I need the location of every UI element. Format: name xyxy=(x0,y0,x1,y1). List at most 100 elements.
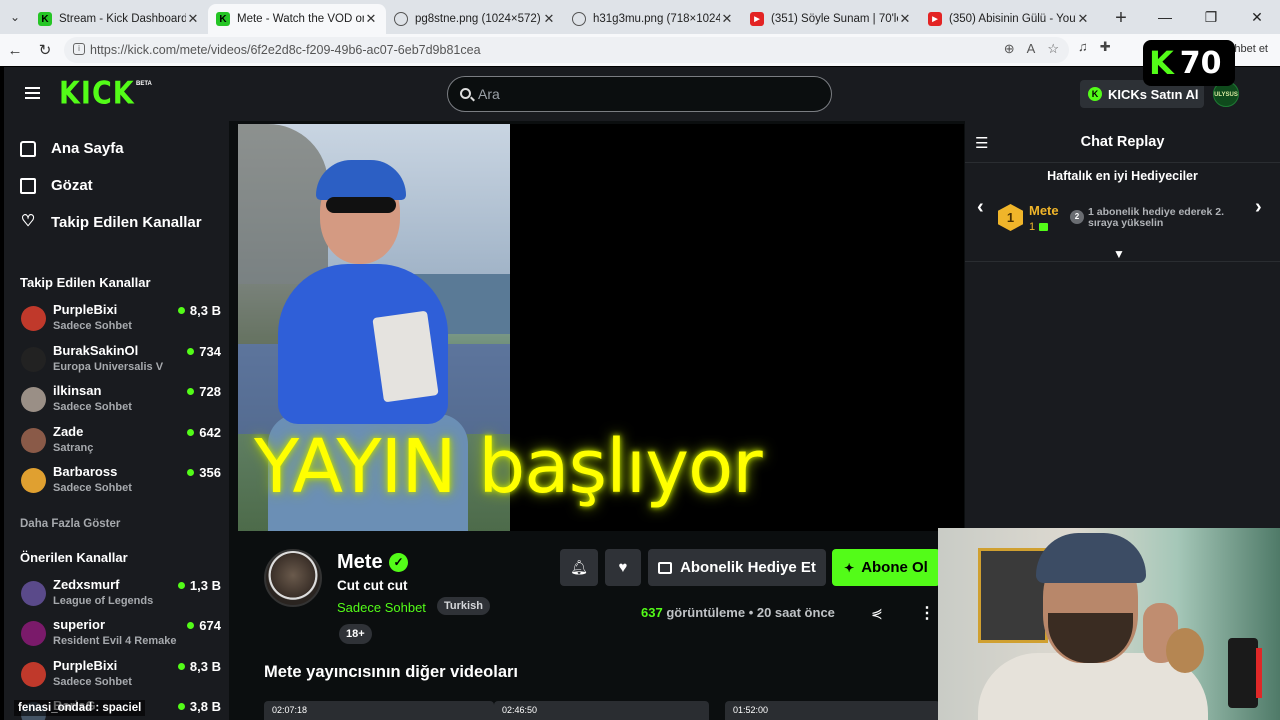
menu-icon[interactable] xyxy=(25,87,40,99)
rank-badge: 2 xyxy=(1070,210,1084,224)
minimize-icon[interactable]: — xyxy=(1142,0,1188,34)
read-aloud-icon[interactable]: A xyxy=(1027,41,1036,57)
share-icon[interactable]: ⋞ xyxy=(871,605,883,622)
viewer-count: 8,3 B xyxy=(178,659,221,674)
show-more-link[interactable]: Daha Fazla Göster xyxy=(4,506,229,542)
back-button[interactable]: ← xyxy=(0,35,30,65)
close-tab-icon[interactable]: ✕ xyxy=(898,11,912,27)
channel-category: League of Legends xyxy=(53,594,154,607)
notification-bell-button[interactable]: 🔔︎ xyxy=(560,549,598,586)
streamer-name[interactable]: Mete xyxy=(337,551,383,574)
kick-favicon-icon: K xyxy=(38,12,52,26)
youtube-favicon-icon: ▶ xyxy=(750,12,764,26)
chevron-right-icon[interactable]: › xyxy=(1255,196,1262,219)
kick-favicon-icon: K xyxy=(216,12,230,26)
site-header: KICK BETA Ara K KICKs Satın Al ULYSUS xyxy=(4,67,1280,121)
viewer-count: 728 xyxy=(187,384,221,399)
address-bar[interactable]: i https://kick.com/mete/videos/6f2e2d8c-… xyxy=(64,37,1069,63)
viewer-count: 3,8 B xyxy=(178,699,221,714)
zoom-icon[interactable]: ⊕ xyxy=(1004,41,1015,57)
sidebar: Ana Sayfa Gözat ♡ Takip Edilen Kanallar … xyxy=(4,121,229,720)
top-gifter-name[interactable]: Mete xyxy=(1029,203,1059,218)
heart-icon: ♥ xyxy=(618,559,628,576)
kick-logo[interactable]: KICK xyxy=(59,76,135,112)
extension-icon[interactable]: ✚ xyxy=(1100,39,1111,55)
video-category-link[interactable]: Sadece Sohbet xyxy=(337,600,426,615)
stream-badge-overlay: K 70 xyxy=(1143,40,1235,86)
favorite-star-icon[interactable]: ☆ xyxy=(1047,41,1059,57)
search-input[interactable]: Ara xyxy=(447,76,832,112)
browser-toolbar: ← ↻ i https://kick.com/mete/videos/6f2e2… xyxy=(0,34,1280,66)
video-thumbnail[interactable]: 02:07:18 xyxy=(264,701,494,720)
badge-letter: K xyxy=(1149,44,1174,82)
video-thumbnail[interactable]: 01:52:00 xyxy=(725,701,940,720)
expand-gifters-icon[interactable]: ▼ xyxy=(1113,247,1125,261)
browser-tab[interactable]: pg8stne.png (1024×572) ✕ xyxy=(386,4,564,34)
tab-list-button[interactable]: ⌄ xyxy=(0,0,30,34)
search-icon xyxy=(460,88,471,99)
reload-button[interactable]: ↻ xyxy=(30,35,60,65)
buy-kicks-label: KICKs Satın Al xyxy=(1108,86,1199,102)
channel-category: Sadece Sohbet xyxy=(53,675,132,688)
extension-icon[interactable]: ♫ xyxy=(1078,39,1088,55)
browser-tab[interactable]: h31g3mu.png (718×1024) ✕ xyxy=(564,4,742,34)
browser-tab[interactable]: ▶ (351) Söyle Sunam | 70'ler / 8 ✕ xyxy=(742,4,920,34)
followed-channels-list: PurpleBixi Sadece Sohbet 8,3 B BurakSakinOl… xyxy=(4,299,229,502)
channel-avatar xyxy=(21,621,46,646)
close-tab-icon[interactable]: ✕ xyxy=(1076,11,1090,27)
close-window-icon[interactable]: ✕ xyxy=(1234,0,1280,34)
sidebar-channel-item[interactable]: Barbaross Sadece Sohbet 356 xyxy=(4,461,229,502)
sidebar-channel-item[interactable]: superior Resident Evil 4 Remake 674 xyxy=(4,614,229,655)
streamer-avatar[interactable] xyxy=(264,549,322,607)
maximize-icon[interactable]: ❐ xyxy=(1188,0,1234,34)
follow-heart-button[interactable]: ♥ xyxy=(605,549,641,586)
subscribe-button[interactable]: ✦ Abone Ol xyxy=(832,549,940,586)
sidebar-channel-item[interactable]: BurakSakinOl Europa Universalis V 734 xyxy=(4,340,229,381)
tab-title: h31g3mu.png (718×1024) xyxy=(593,13,720,25)
language-tag[interactable]: Turkish xyxy=(437,597,490,615)
video-title: Cut cut cut xyxy=(337,578,408,593)
close-tab-icon[interactable]: ✕ xyxy=(186,11,200,27)
age-tag: 18+ xyxy=(339,624,372,644)
other-videos-heading: Mete yayıncısının diğer videoları xyxy=(264,663,519,681)
gift-subscription-button[interactable]: Abonelik Hediye Et xyxy=(648,549,826,586)
viewer-count: 1,3 B xyxy=(178,578,221,593)
close-tab-icon[interactable]: ✕ xyxy=(542,11,556,27)
browser-tab[interactable]: K Stream - Kick Dashboard ✕ xyxy=(30,4,208,34)
divider xyxy=(965,261,1280,262)
home-icon xyxy=(20,140,36,157)
chat-header: ☰ Chat Replay xyxy=(965,121,1280,163)
gift-icon xyxy=(658,561,673,574)
close-tab-icon[interactable]: ✕ xyxy=(720,11,734,27)
webcam-overlay xyxy=(938,528,1280,720)
sidebar-channel-item[interactable]: ilkinsan Sadece Sohbet 728 xyxy=(4,380,229,421)
sidebar-channel-item[interactable]: Zedxsmurf League of Legends 1,3 B xyxy=(4,574,229,615)
search-placeholder: Ara xyxy=(478,86,500,102)
browser-tab-active[interactable]: K Mete - Watch the VOD on Kick ✕ xyxy=(208,4,386,34)
browser-tab[interactable]: ▶ (350) Abisinin Gülü - YouTube ✕ xyxy=(920,4,1098,34)
sidebar-channel-item[interactable]: Zade Satranç 642 xyxy=(4,421,229,462)
site-info-icon[interactable]: i xyxy=(73,43,85,55)
new-tab-button[interactable]: + xyxy=(1106,4,1136,34)
viewer-count: 8,3 B xyxy=(178,303,221,318)
sidebar-item-following[interactable]: ♡ Takip Edilen Kanallar xyxy=(4,204,229,241)
sidebar-channel-item[interactable]: PurpleBixi Sadece Sohbet 8,3 B xyxy=(4,299,229,340)
tab-title: Mete - Watch the VOD on Kick xyxy=(237,13,364,25)
youtube-favicon-icon: ▶ xyxy=(928,12,942,26)
channel-category: Europa Universalis V xyxy=(53,360,164,373)
video-thumbnail[interactable]: 02:46:50 xyxy=(494,701,709,720)
more-options-icon[interactable]: ⋮ xyxy=(919,603,935,623)
channel-name: superior xyxy=(53,617,106,632)
video-player[interactable]: YAYIN başlıyor xyxy=(238,124,964,531)
bell-icon: 🔔︎ xyxy=(570,559,588,575)
sidebar-item-browse[interactable]: Gözat xyxy=(4,167,229,204)
time-ago: 20 saat önce xyxy=(756,605,835,620)
channel-avatar xyxy=(21,346,46,372)
sidebar-item-home[interactable]: Ana Sayfa xyxy=(4,130,229,167)
channel-category: Satranç xyxy=(53,441,94,454)
chevron-left-icon[interactable]: ‹ xyxy=(977,196,984,219)
sidebar-channel-item[interactable]: PurpleBixi Sadece Sohbet 8,3 B xyxy=(4,655,229,696)
viewer-count: 642 xyxy=(187,425,221,440)
browse-icon xyxy=(20,177,36,194)
close-tab-icon[interactable]: ✕ xyxy=(364,11,378,27)
